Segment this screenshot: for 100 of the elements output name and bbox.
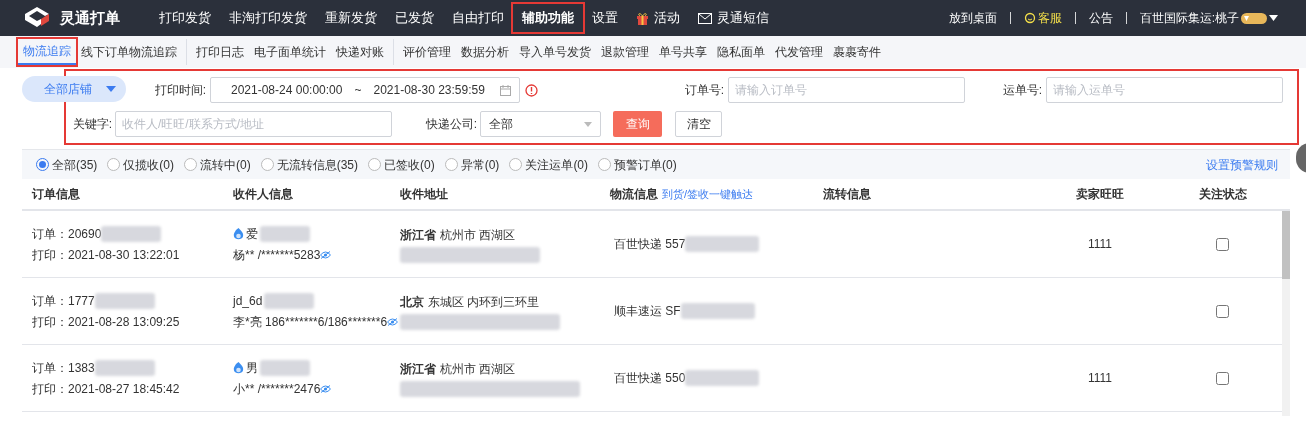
eye-slash-icon [387, 317, 399, 326]
input-field[interactable]: 收件人/旺旺/联系方式/地址 [115, 111, 392, 137]
column-header: 物流信息 [610, 187, 658, 201]
logo-icon [24, 6, 50, 30]
column-header: 收件人信息 [233, 187, 293, 201]
redaction-blur [264, 292, 315, 309]
redaction-blur [260, 225, 310, 242]
waybill-info: 百世快递 557 [614, 236, 686, 253]
address-line: 浙江省 杭州市 西湖区 [400, 360, 517, 378]
nav-item[interactable]: 灵通短信 [689, 4, 778, 32]
clear-button[interactable]: 清空 [675, 111, 722, 137]
subnav-tab[interactable]: 线下订单物流追踪 [76, 39, 182, 65]
calendar-icon [500, 84, 511, 96]
subnav-tab[interactable]: 物流追踪 [18, 39, 76, 65]
receiver-contact: 杨** /*******5283 [233, 246, 321, 264]
nav-item[interactable]: 非淘打印发货 [220, 4, 316, 32]
alert-rule-link[interactable]: 设置预警规则 [1206, 155, 1278, 174]
caret-icon [106, 86, 116, 92]
user-menu[interactable]: 百世国际集运:桃子 [1139, 9, 1278, 27]
subnav-tab[interactable]: 导入单号发货 [514, 39, 596, 65]
wangwang-icon [233, 361, 244, 374]
caret-icon [1269, 15, 1278, 21]
subnav-tab[interactable]: 电子面单统计 [249, 39, 331, 65]
address-line: 浙江省 杭州市 西湖区 [400, 226, 517, 244]
courier-dropdown[interactable]: 全部 [480, 111, 601, 137]
order-number: 订单：20690 [32, 225, 102, 243]
print-time: 打印：2021-08-30 13:22:01 [32, 246, 181, 264]
vip-badge-icon [1241, 12, 1267, 24]
nav-item[interactable]: 已发货 [386, 4, 443, 32]
smile-icon [1023, 12, 1036, 24]
field-label: 运单号: [1001, 82, 1043, 99]
column-header: 订单信息 [32, 187, 80, 201]
nav-item[interactable]: 打印发货 [150, 4, 220, 32]
service-link[interactable]: 客服 [1023, 9, 1062, 27]
redaction-blur [94, 292, 155, 309]
eye-slash-icon [320, 384, 332, 393]
status-radio[interactable]: 已签收(0) [368, 155, 435, 174]
order-number: 订单：1383 [32, 359, 95, 377]
scroll-handle[interactable] [1296, 143, 1306, 173]
follow-checkbox[interactable] [1216, 304, 1229, 318]
brand-name: 灵通打单 [60, 7, 120, 28]
nav-item[interactable]: 活动 [627, 4, 689, 32]
redaction-blur [94, 359, 155, 376]
subnav-tab[interactable]: 隐私面单 [712, 39, 770, 65]
column-header: 关注状态 [1198, 187, 1247, 201]
status-radio[interactable]: 流转中(0) [184, 155, 251, 174]
follow-checkbox[interactable] [1216, 237, 1229, 251]
info-icon [525, 83, 538, 97]
input-field[interactable]: 请输入订单号 [728, 77, 965, 103]
field-label: 订单号: [683, 82, 725, 99]
redaction-blur [260, 359, 310, 376]
field-label: 快递公司: [424, 116, 478, 133]
status-radio[interactable]: 仅揽收(0) [107, 155, 174, 174]
status-radio[interactable]: 无流转信息(35) [260, 155, 359, 174]
print-time: 打印：2021-08-27 18:45:42 [32, 380, 181, 398]
status-radio[interactable]: 全部(35) [36, 155, 98, 174]
status-radio[interactable]: 异常(0) [444, 155, 500, 174]
nav-item[interactable]: 重新发货 [316, 4, 386, 32]
receiver-contact: 小** /*******2476 [233, 380, 321, 398]
notify-link[interactable]: 到货/签收一键触达 [662, 188, 754, 200]
date-range-field[interactable]: 2021-08-24 00:00:00 ~ 2021-08-30 23:59:59 [210, 77, 520, 103]
waybill-info: 顺丰速运 SF [614, 303, 681, 320]
nav-item[interactable]: 自由打印 [443, 4, 513, 32]
caret-icon [584, 121, 592, 127]
scrollbar-thumb[interactable] [1282, 211, 1290, 279]
address-line: 北京 东城区 内环到三环里 [400, 293, 541, 311]
follow-checkbox[interactable] [1216, 371, 1229, 385]
subnav-tab[interactable]: 裹裹寄件 [828, 39, 886, 65]
wangwang-icon [233, 227, 244, 240]
subnav-tab[interactable]: 代发管理 [770, 39, 828, 65]
seller-id: 1111 [1088, 371, 1112, 385]
subnav-tab[interactable]: 快递对账 [331, 39, 389, 65]
buyer-name: jd_6d [233, 292, 263, 310]
field-label: 关键字: [71, 116, 113, 133]
waybill-info: 百世快递 550 [614, 370, 686, 387]
input-field[interactable]: 请输入运单号 [1046, 77, 1283, 103]
eye-slash-icon [320, 250, 332, 259]
status-radio[interactable]: 关注运单(0) [509, 155, 589, 174]
print-time: 打印：2021-08-28 13:09:25 [32, 313, 181, 331]
buyer-name: 男 [246, 359, 258, 377]
nav-item[interactable]: 辅助功能 [513, 4, 583, 32]
column-header: 流转信息 [823, 187, 871, 201]
mail-icon [698, 12, 712, 24]
nav-link[interactable]: 放到桌面 [948, 9, 997, 27]
column-header: 收件地址 [400, 187, 448, 201]
subnav-tab[interactable]: 评价管理 [398, 39, 456, 65]
subnav-tab[interactable]: 单号共享 [654, 39, 712, 65]
column-header: 卖家旺旺 [1076, 187, 1124, 201]
seller-id: 1111 [1088, 237, 1112, 251]
subnav-tab[interactable]: 数据分析 [456, 39, 514, 65]
gift-icon [636, 11, 649, 25]
status-radio[interactable]: 预警订单(0) [598, 155, 677, 174]
subnav-tab[interactable]: 打印日志 [191, 39, 249, 65]
buyer-name: 爱 [246, 225, 258, 243]
redaction-blur [101, 225, 162, 242]
order-number: 订单：1777 [32, 292, 95, 310]
nav-item[interactable]: 设置 [583, 4, 627, 32]
nav-link[interactable]: 公告 [1088, 9, 1113, 27]
subnav-tab[interactable]: 退款管理 [596, 39, 654, 65]
field-label: 打印时间: [153, 82, 207, 99]
